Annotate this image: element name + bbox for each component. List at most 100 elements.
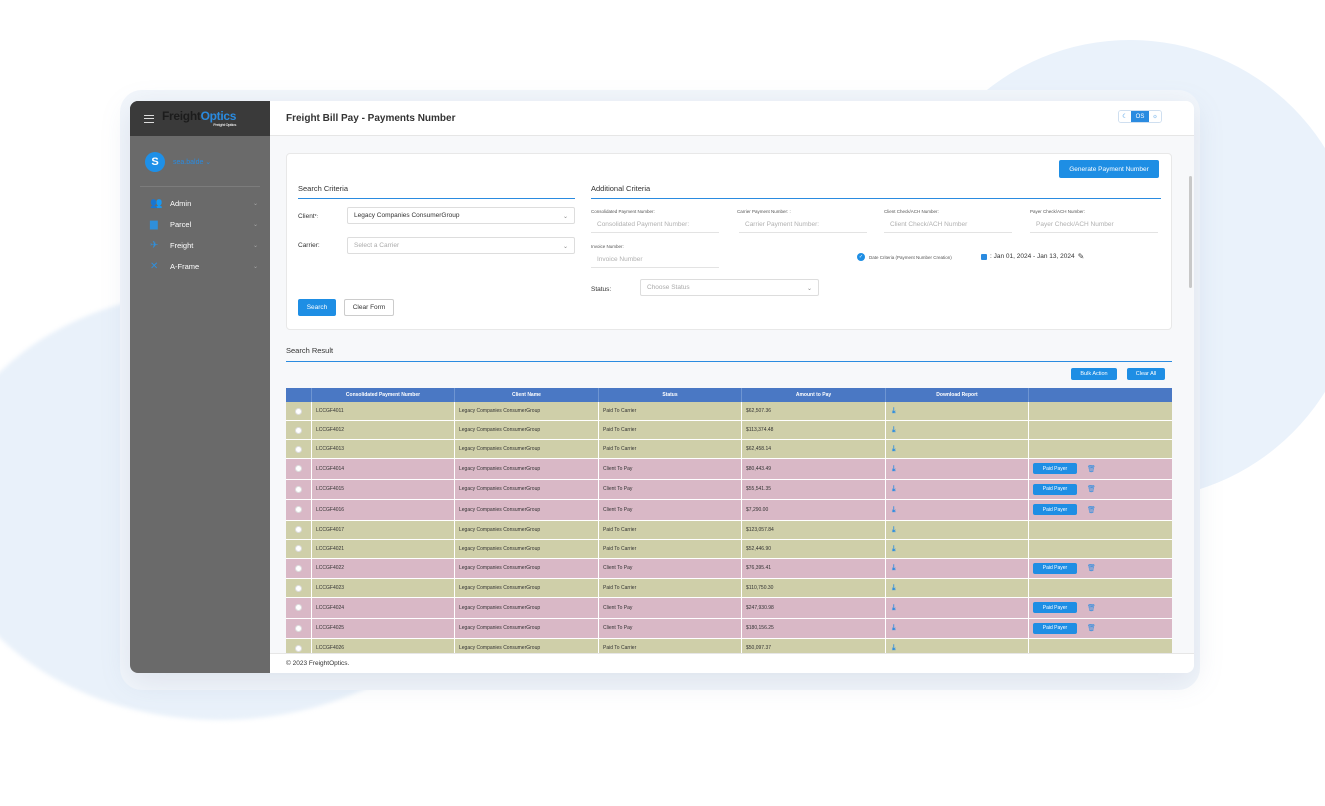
row-select-cell <box>286 618 312 638</box>
sidebar-item-a-frame[interactable]: ✕ A-Frame ⌄ <box>130 256 270 277</box>
sidebar-divider <box>140 186 260 187</box>
additional-criteria-title: Additional Criteria <box>591 184 651 193</box>
paid-payer-button[interactable]: Paid Payer <box>1033 504 1077 516</box>
dark-mode-icon[interactable]: ☾ <box>1119 111 1131 122</box>
row-select-radio[interactable] <box>295 604 302 612</box>
download-icon[interactable]: ⤓ <box>892 643 896 653</box>
sidebar-item-freight[interactable]: ✈ Freight ⌄ <box>130 235 270 256</box>
date-range-picker[interactable]: : Jan 01, 2024 - Jan 13, 2024 ✎ <box>981 252 1084 261</box>
hamburger-menu-icon[interactable] <box>144 114 154 123</box>
table-row[interactable]: LCCGF4014 Legacy Companies ConsumerGroup C… <box>286 459 1172 480</box>
table-row[interactable]: LCCGF4015 Legacy Companies ConsumerGroup C… <box>286 479 1172 500</box>
client-label: Client*: <box>298 213 318 220</box>
download-icon[interactable]: ⤓ <box>892 444 896 454</box>
paid-payer-button[interactable]: Paid Payer <box>1033 622 1077 634</box>
download-icon[interactable]: ⤓ <box>892 464 896 474</box>
amount-cell: $52,446.90 <box>742 539 886 558</box>
client-name-cell: Legacy Companies ConsumerGroup <box>455 402 599 420</box>
clear-form-button[interactable]: Clear Form <box>344 299 394 316</box>
row-select-radio[interactable] <box>295 407 302 415</box>
row-select-radio[interactable] <box>295 584 302 592</box>
row-select-cell <box>286 520 312 539</box>
download-icon[interactable]: ⤓ <box>892 623 896 633</box>
download-icon[interactable]: ⤓ <box>892 406 896 416</box>
payment-number-cell: LCCGF4022 <box>312 558 455 578</box>
row-select-radio[interactable] <box>295 545 302 552</box>
paid-payer-button[interactable]: Paid Payer <box>1033 463 1077 475</box>
status-cell: Client To Pay <box>599 479 742 499</box>
trash-icon[interactable]: 🗑 <box>1087 624 1096 632</box>
row-select-radio[interactable] <box>295 445 302 453</box>
row-select-cell <box>286 440 312 458</box>
invoice-number-input[interactable]: Invoice Number <box>591 251 719 268</box>
row-select-radio[interactable] <box>295 426 302 434</box>
client-name-cell: Legacy Companies ConsumerGroup <box>455 579 599 597</box>
row-select-radio[interactable] <box>295 526 302 533</box>
paid-payer-button[interactable]: Paid Payer <box>1033 562 1077 574</box>
sidebar-item-parcel[interactable]: ▆ Parcel ⌄ <box>130 214 270 235</box>
sidebar-item-admin[interactable]: 👥 Admin ⌄ <box>130 193 270 214</box>
actions-cell <box>1029 440 1172 458</box>
paid-payer-button[interactable]: Paid Payer <box>1033 602 1077 614</box>
calendar-icon <box>981 253 987 260</box>
download-icon[interactable]: ⤓ <box>892 583 896 593</box>
table-row[interactable]: LCCGF4016 Legacy Companies ConsumerGroup C… <box>286 500 1172 521</box>
row-select-radio[interactable] <box>295 506 302 514</box>
user-profile[interactable]: S sea.balde ⌄ <box>130 136 270 172</box>
carrier-payment-input[interactable]: Carrier Payment Number: <box>739 216 867 233</box>
row-select-radio[interactable] <box>295 624 302 632</box>
table-row[interactable]: LCCGF4022 Legacy Companies ConsumerGroup C… <box>286 558 1172 579</box>
edit-pencil-icon[interactable]: ✎ <box>1078 252 1085 261</box>
table-row[interactable]: LCCGF4012 Legacy Companies ConsumerGroup P… <box>286 421 1172 440</box>
carrier-select[interactable]: Select a Carrier ⌄ <box>347 237 575 254</box>
download-icon[interactable]: ⤓ <box>892 525 896 535</box>
trash-icon[interactable]: 🗑 <box>1087 465 1096 473</box>
download-icon[interactable]: ⤓ <box>892 505 896 515</box>
scrollbar[interactable] <box>1189 176 1192 288</box>
row-select-radio[interactable] <box>295 644 302 652</box>
client-check-label: Client Check/ACH Number: <box>884 209 939 214</box>
status-select-placeholder: Choose Status <box>647 284 690 291</box>
date-criteria-checkbox[interactable]: ✓ <box>857 253 865 261</box>
table-row[interactable]: LCCGF4023 Legacy Companies ConsumerGroup P… <box>286 579 1172 598</box>
row-select-radio[interactable] <box>295 564 302 572</box>
client-check-input[interactable]: Client Check/ACH Number <box>884 216 1012 233</box>
clear-all-button[interactable]: Clear All <box>1127 368 1165 380</box>
row-select-radio[interactable] <box>295 465 302 473</box>
download-icon[interactable]: ⤓ <box>892 425 896 435</box>
table-row[interactable]: LCCGF4024 Legacy Companies ConsumerGroup C… <box>286 598 1172 619</box>
trash-icon[interactable]: 🗑 <box>1087 485 1096 493</box>
download-cell: ⤓ <box>886 459 1029 479</box>
payment-number-cell: LCCGF4014 <box>312 459 455 479</box>
download-icon[interactable]: ⤓ <box>892 484 896 494</box>
consolidated-payment-input[interactable]: Consolidated Payment Number: <box>591 216 719 233</box>
table-row[interactable]: LCCGF4013 Legacy Companies ConsumerGroup P… <box>286 440 1172 459</box>
download-icon[interactable]: ⤓ <box>892 603 896 613</box>
light-mode-icon[interactable]: ☼ <box>1149 111 1161 122</box>
row-select-radio[interactable] <box>295 485 302 493</box>
search-button[interactable]: Search <box>298 299 336 316</box>
client-name-cell: Legacy Companies ConsumerGroup <box>455 539 599 558</box>
theme-toggle: ☾ OS ☼ <box>1118 110 1162 123</box>
trash-icon[interactable]: 🗑 <box>1087 506 1096 514</box>
generate-payment-number-button[interactable]: Generate Payment Number <box>1059 160 1159 178</box>
status-select[interactable]: Choose Status ⌄ <box>640 279 819 296</box>
client-select[interactable]: Legacy Companies ConsumerGroup ⌄ <box>347 207 575 224</box>
search-result-underline <box>286 361 1172 362</box>
status-cell: Client To Pay <box>599 459 742 479</box>
download-icon[interactable]: ⤓ <box>892 544 896 554</box>
trash-icon[interactable]: 🗑 <box>1087 564 1096 572</box>
bulk-action-button[interactable]: Bulk Action <box>1071 368 1117 380</box>
table-header: Consolidated Payment Number Client Name … <box>286 388 1172 402</box>
table-row[interactable]: LCCGF4025 Legacy Companies ConsumerGroup C… <box>286 618 1172 639</box>
trash-icon[interactable]: 🗑 <box>1087 604 1096 612</box>
table-row[interactable]: LCCGF4021 Legacy Companies ConsumerGroup P… <box>286 539 1172 559</box>
table-row[interactable]: LCCGF4011 Legacy Companies ConsumerGroup P… <box>286 402 1172 421</box>
table-row[interactable]: LCCGF4017 Legacy Companies ConsumerGroup P… <box>286 520 1172 540</box>
paid-payer-button[interactable]: Paid Payer <box>1033 483 1077 495</box>
logo[interactable]: FreightOptics Freight Optics <box>162 110 236 127</box>
actions-cell <box>1029 402 1172 420</box>
payer-check-input[interactable]: Payer Check/ACH Number <box>1030 216 1158 233</box>
os-theme-button[interactable]: OS <box>1131 111 1149 122</box>
download-icon[interactable]: ⤓ <box>892 563 896 573</box>
